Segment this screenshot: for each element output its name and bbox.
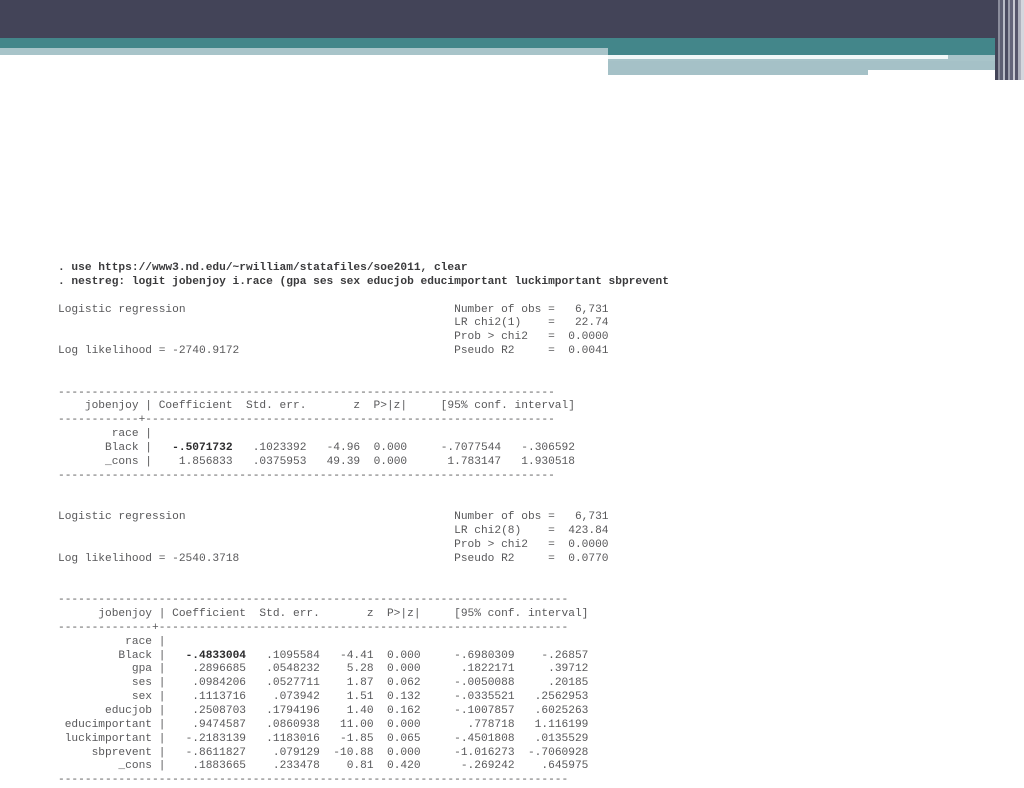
table-row: race | (58, 636, 758, 650)
row-variable-name: gpa | (58, 663, 173, 676)
table-row: ses | .0984206 .0527711 1.87 0.062 -.005… (58, 677, 758, 691)
banner-pale-left-bar (0, 48, 608, 55)
row-coefficient: -.8611827 (172, 746, 246, 759)
console-command-2: . nestreg: logit jobenjoy i.race (gpa se… (58, 275, 669, 288)
row-statistics: .073942 1.51 0.132 -.0335521 .2562953 (246, 691, 589, 704)
row-coefficient: .1113716 (172, 691, 246, 704)
banner-pale-lower-bar (608, 61, 1024, 70)
model2-stat-prob: Prob > chi2 = 0.0000 (58, 538, 609, 551)
table-row: luckimportant | -.2183139 .1183016 -1.85… (58, 733, 758, 747)
row-statistics: .0375953 49.39 0.000 1.783147 1.930518 (232, 455, 575, 468)
table-row: sbprevent | -.8611827 .079129 -10.88 0.0… (58, 747, 758, 761)
row-coefficient: .2508703 (172, 705, 246, 717)
model1-title-line: Logistic regression Number of obs = 6,73… (58, 303, 609, 316)
row-coefficient: -.5071732 (158, 441, 233, 454)
row-statistics: .233478 0.81 0.420 -.269242 .645975 (246, 760, 589, 773)
row-variable-name: luckimportant | (58, 732, 173, 745)
row-variable-name: sbprevent | (58, 746, 173, 759)
table-row: educjob | .2508703 .1794196 1.40 0.162 -… (58, 705, 758, 719)
row-variable-name: _cons | (58, 760, 173, 773)
row-variable-name: Black | (58, 649, 173, 662)
row-variable-name: race | (58, 635, 173, 648)
banner-pale-lowest-bar (608, 70, 868, 75)
row-coefficient: .9474587 (172, 718, 246, 731)
decorative-header-banner (0, 0, 1024, 80)
row-coefficient: -.4833004 (172, 649, 246, 662)
row-coefficient: .2896685 (172, 663, 246, 676)
row-statistics: .0548232 5.28 0.000 .1822171 .39712 (246, 663, 589, 676)
banner-navy-bar (0, 0, 1024, 38)
row-statistics: .0860938 11.00 0.000 .778718 1.116199 (246, 718, 589, 731)
model1-rule-bottom: ----------------------------------------… (58, 469, 555, 482)
banner-white-sliver (608, 55, 948, 59)
model2-rule-top: ----------------------------------------… (58, 594, 569, 607)
model2-stat-lrchi2: LR chi2(8) = 423.84 (58, 525, 609, 538)
table-row: gpa | .2896685 .0548232 5.28 0.000 .1822… (58, 663, 758, 677)
table-row: _cons | .1883665 .233478 0.81 0.420 -.26… (58, 760, 758, 774)
console-command-1: . use https://www3.nd.edu/~rwilliam/stat… (58, 262, 468, 274)
banner-teal-right-bar (608, 38, 1024, 55)
model1-rule-top: ----------------------------------------… (58, 386, 555, 399)
table-row: race | (58, 428, 758, 442)
row-statistics: .079129 -10.88 0.000 -1.016273 -.7060928 (246, 746, 589, 759)
model1-loglik-line: Log likelihood = -2740.9172 Pseudo R2 = … (58, 345, 609, 358)
row-coefficient: 1.856833 (158, 455, 233, 468)
row-variable-name: ses | (58, 677, 173, 690)
table-row: sex | .1113716 .073942 1.51 0.132 -.0335… (58, 691, 758, 705)
model1-stat-lrchi2: LR chi2(1) = 22.74 (58, 317, 609, 330)
table-row: Black | -.4833004 .1095584 -4.41 0.000 -… (58, 650, 758, 664)
row-statistics: .1095584 -4.41 0.000 -.6980309 -.26857 (246, 649, 589, 662)
table-row: _cons | 1.856833 .0375953 49.39 0.000 1.… (58, 456, 758, 470)
row-variable-name: educimportant | (58, 718, 173, 731)
row-variable-name: educjob | (58, 705, 173, 717)
row-statistics: .0527711 1.87 0.062 -.0050088 .20185 (246, 677, 589, 690)
row-statistics: .1794196 1.40 0.162 -.1007857 .6025263 (246, 705, 589, 717)
table-row: Black | -.5071732 .1023392 -4.96 0.000 -… (58, 442, 758, 456)
row-coefficient: -.2183139 (172, 732, 246, 745)
model1-stat-prob: Prob > chi2 = 0.0000 (58, 331, 609, 344)
row-variable-name: Black | (58, 441, 159, 454)
model1-rule-mid: ------------+---------------------------… (58, 414, 555, 427)
row-coefficient: .1883665 (172, 760, 246, 773)
model2-header-row: jobenjoy | Coefficient Std. err. z P>|z|… (58, 608, 589, 621)
table-row: educimportant | .9474587 .0860938 11.00 … (58, 719, 758, 733)
row-statistics: .1023392 -4.96 0.000 -.7077544 -.306592 (232, 441, 575, 454)
stata-console-output: . use https://www3.nd.edu/~rwilliam/stat… (58, 262, 758, 788)
model1-header-row: jobenjoy | Coefficient Std. err. z P>|z|… (58, 400, 575, 413)
row-coefficient: .0984206 (172, 677, 246, 690)
row-variable-name: sex | (58, 691, 173, 704)
row-statistics: .1183016 -1.85 0.065 -.4501808 .0135529 (246, 732, 589, 745)
row-variable-name: race | (58, 428, 159, 441)
banner-vertical-stripes (995, 0, 1024, 80)
row-variable-name: _cons | (58, 455, 159, 468)
model2-rule-mid: --------------+-------------------------… (58, 621, 569, 634)
model2-rule-bottom: ----------------------------------------… (58, 774, 569, 787)
model2-title-line: Logistic regression Number of obs = 6,73… (58, 511, 609, 524)
model2-loglik-line: Log likelihood = -2540.3718 Pseudo R2 = … (58, 552, 609, 565)
